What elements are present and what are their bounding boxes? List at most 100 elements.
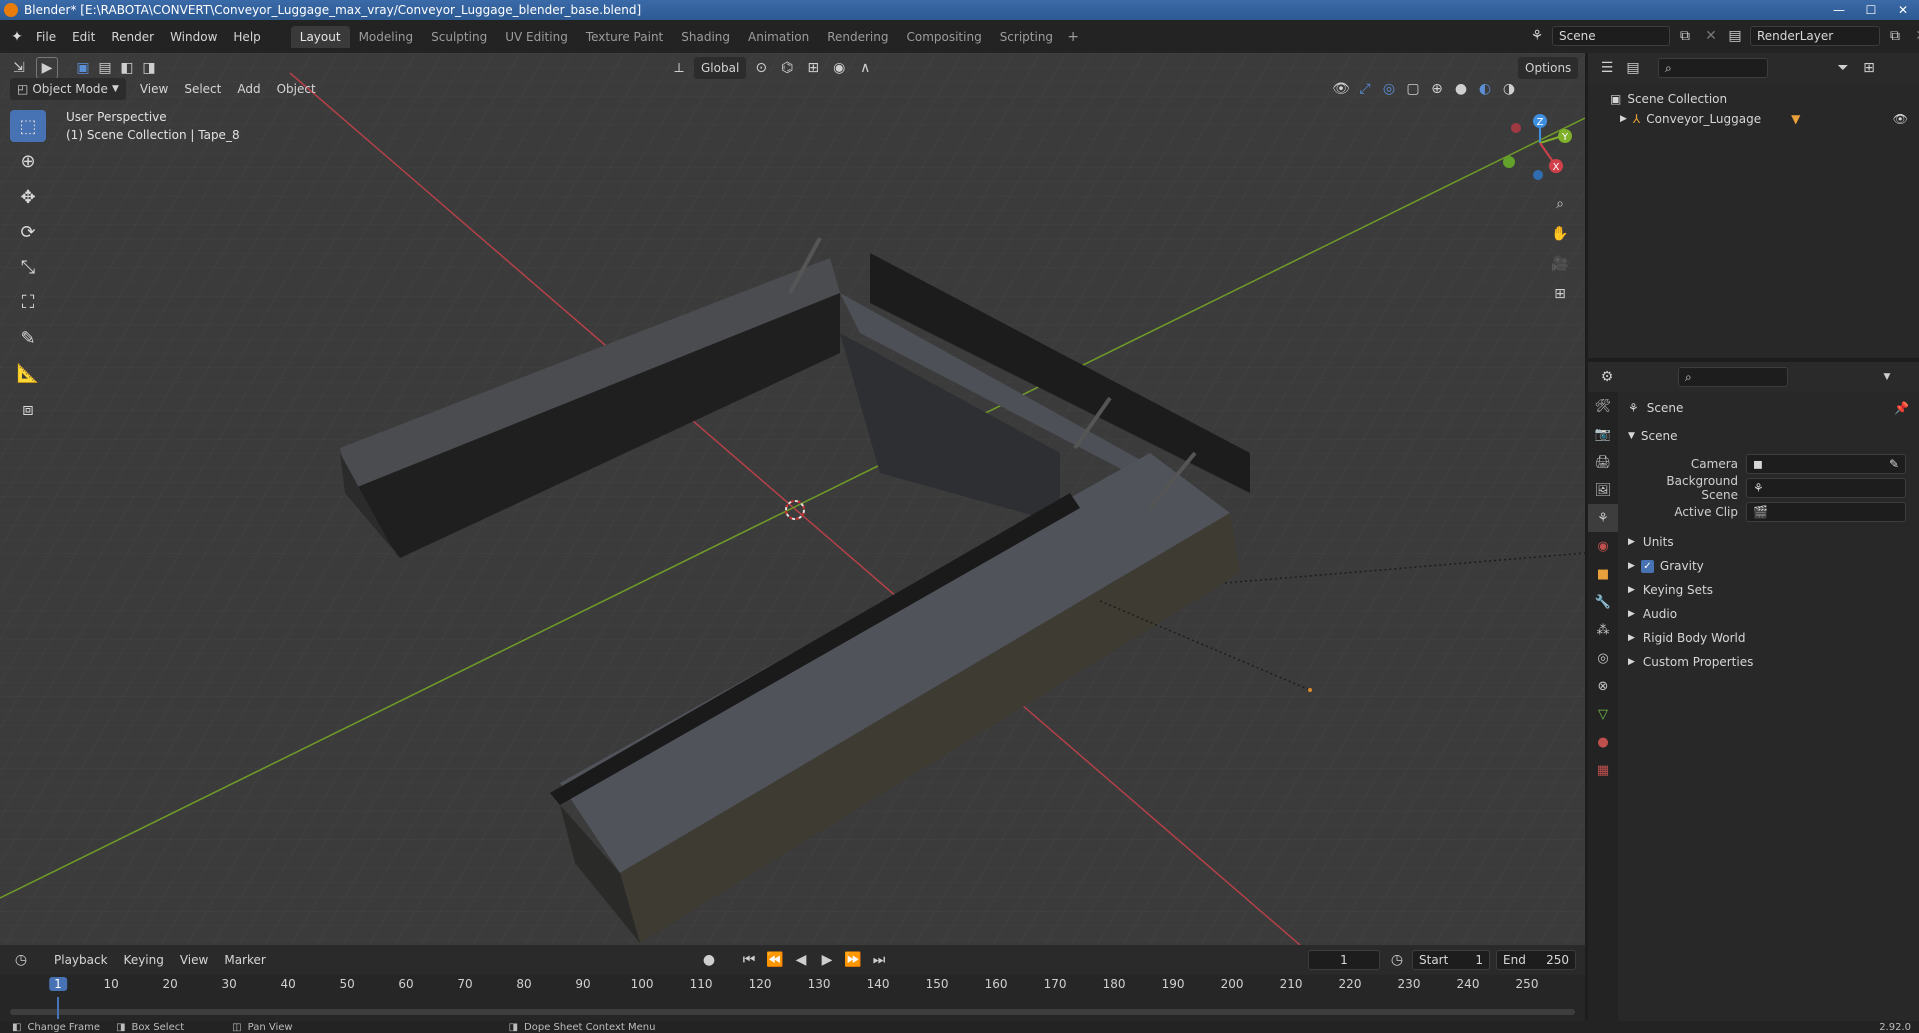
tool-move-icon[interactable]: ✥ xyxy=(10,181,46,213)
panel-custom-properties[interactable]: ▶ Custom Properties xyxy=(1628,650,1913,674)
timeline-menu-view[interactable]: View xyxy=(172,953,216,967)
3d-viewport[interactable]: Z Y X xyxy=(0,53,1585,945)
render-layer-copy-icon[interactable]: ⧉ xyxy=(1884,25,1906,47)
render-layer-close-icon[interactable]: ✕ xyxy=(1910,25,1919,47)
scene-section-header[interactable]: ▼ Scene xyxy=(1628,424,1913,448)
tool-transform-icon[interactable]: ⛶ xyxy=(10,286,46,318)
viewport-menu-view[interactable]: View xyxy=(132,82,176,96)
tab-rendering[interactable]: Rendering xyxy=(818,26,897,48)
scene-close-icon[interactable]: ✕ xyxy=(1700,25,1722,47)
playhead[interactable]: 1 xyxy=(49,977,67,991)
shading-wireframe-icon[interactable]: ⊕ xyxy=(1426,78,1448,100)
frame-clock-icon[interactable]: ◷ xyxy=(1386,949,1408,971)
outliner-search-input[interactable]: ⌕ xyxy=(1658,58,1768,78)
close-icon[interactable]: ✕ xyxy=(1887,0,1919,20)
properties-editor-type-icon[interactable]: ⚙ xyxy=(1596,366,1618,388)
play-reverse-icon[interactable]: ◀ xyxy=(790,949,812,971)
viewport-menu-add[interactable]: Add xyxy=(229,82,268,96)
timeline-editor-type-icon[interactable]: ◷ xyxy=(10,949,32,971)
scene-selector[interactable]: Scene xyxy=(1552,26,1670,46)
tool-rotate-icon[interactable]: ⟳ xyxy=(10,216,46,248)
record-icon[interactable]: ● xyxy=(698,949,720,971)
pin-icon[interactable]: 📌 xyxy=(1894,401,1909,415)
tool-annotate-icon[interactable]: ✎ xyxy=(10,322,46,354)
panel-rigid-body-world[interactable]: ▶ Rigid Body World xyxy=(1628,626,1913,650)
tab-particles-icon[interactable]: ⁂ xyxy=(1588,616,1618,644)
visibility-eye-icon[interactable]: 👁 xyxy=(1893,112,1908,126)
menu-file[interactable]: File xyxy=(28,30,64,44)
tool-cursor-icon[interactable]: ⊕ xyxy=(10,145,46,177)
viewport-menu-select[interactable]: Select xyxy=(176,82,229,96)
tab-compositing[interactable]: Compositing xyxy=(897,26,990,48)
jump-key-forward-icon[interactable]: ⏩ xyxy=(842,949,864,971)
render-layer-selector[interactable]: RenderLayer xyxy=(1750,26,1880,46)
tab-output-icon[interactable]: 🖨 xyxy=(1588,448,1618,476)
visibility-icon[interactable]: 👁 xyxy=(1330,78,1352,100)
panel-audio[interactable]: ▶ Audio xyxy=(1628,602,1913,626)
play-icon[interactable]: ▶ xyxy=(816,949,838,971)
tool-scale-icon[interactable]: ⤡ xyxy=(10,251,46,283)
end-frame-field[interactable]: End 250 xyxy=(1496,950,1576,970)
background-scene-field[interactable]: ⚘ xyxy=(1746,478,1906,498)
properties-search-input[interactable]: ⌕ xyxy=(1678,367,1788,387)
viewport-menu-object[interactable]: Object xyxy=(269,82,324,96)
tab-render-icon[interactable]: 📷 xyxy=(1588,420,1618,448)
outliner-editor-type-icon[interactable]: ☰ xyxy=(1596,57,1618,79)
minimize-icon[interactable]: — xyxy=(1823,0,1855,20)
shading-material-icon[interactable]: ◐ xyxy=(1474,78,1496,100)
tab-scene-icon[interactable]: ⚘ xyxy=(1588,504,1618,532)
gravity-checkbox[interactable]: ✓ xyxy=(1640,559,1654,573)
panel-gravity[interactable]: ▶ ✓ Gravity xyxy=(1628,554,1913,578)
light-icon[interactable] xyxy=(1308,688,1312,692)
jump-start-icon[interactable]: ⏮ xyxy=(738,949,760,971)
properties-options-icon[interactable]: ▼ xyxy=(1876,366,1898,388)
maximize-icon[interactable]: ☐ xyxy=(1855,0,1887,20)
tool-measure-icon[interactable]: 📐 xyxy=(10,357,46,389)
panel-units[interactable]: ▶ Units xyxy=(1628,530,1913,554)
tab-constraints-icon[interactable]: ⊗ xyxy=(1588,672,1618,700)
tab-physics-icon[interactable]: ◎ xyxy=(1588,644,1618,672)
new-collection-icon[interactable]: ⊞ xyxy=(1858,57,1880,79)
panel-keying-sets[interactable]: ▶ Keying Sets xyxy=(1628,578,1913,602)
scene-icon[interactable]: ⚘ xyxy=(1526,25,1548,47)
menu-help[interactable]: Help xyxy=(225,30,268,44)
tab-modeling[interactable]: Modeling xyxy=(350,26,423,48)
tab-modifiers-icon[interactable]: 🔧 xyxy=(1588,588,1618,616)
start-frame-field[interactable]: Start 1 xyxy=(1412,950,1490,970)
blender-menu-icon[interactable]: ✦ xyxy=(6,26,28,48)
tab-world-icon[interactable]: ◉ xyxy=(1588,532,1618,560)
scene-copy-icon[interactable]: ⧉ xyxy=(1674,25,1696,47)
render-layer-icon[interactable]: ▤ xyxy=(1724,25,1746,47)
timeline-ruler[interactable]: 1 10 20 30 40 50 60 70 80 90 100 110 120 130 140 150 160… xyxy=(0,975,1585,1021)
timeline-menu-marker[interactable]: Marker xyxy=(216,953,273,967)
tab-material-icon[interactable]: ● xyxy=(1588,728,1618,756)
zoom-icon[interactable]: ⌕ xyxy=(1549,193,1571,215)
tab-tool-icon[interactable]: 🛠 xyxy=(1588,392,1618,420)
tool-select-box-icon[interactable]: ⬚ xyxy=(10,110,46,142)
playhead-line[interactable] xyxy=(57,997,59,1019)
timeline-menu-playback[interactable]: Playback xyxy=(46,953,116,967)
outliner-item-conveyor-luggage[interactable]: ▶ ⅄ Conveyor_Luggage ▼ 👁 xyxy=(1610,109,1910,129)
expand-arrow-icon[interactable]: ▶ xyxy=(1620,114,1627,124)
current-frame-field[interactable]: 1 xyxy=(1308,950,1380,970)
ortho-toggle-icon[interactable]: ⊞ xyxy=(1549,283,1571,305)
menu-window[interactable]: Window xyxy=(162,30,225,44)
outliner-scene-collection[interactable]: ▣ Scene Collection xyxy=(1610,89,1919,109)
menu-render[interactable]: Render xyxy=(103,30,162,44)
outliner-display-mode-icon[interactable]: ▤ xyxy=(1622,57,1644,79)
tab-data-icon[interactable]: ▽ xyxy=(1588,700,1618,728)
camera-view-icon[interactable]: 🎥 xyxy=(1549,253,1571,275)
pan-hand-icon[interactable]: ✋ xyxy=(1549,223,1571,245)
tab-layout[interactable]: Layout xyxy=(290,25,350,48)
xray-icon[interactable]: ▢ xyxy=(1402,78,1424,100)
jump-end-icon[interactable]: ⏭ xyxy=(868,949,890,971)
shading-solid-icon[interactable]: ● xyxy=(1450,78,1472,100)
tool-add-cube-icon[interactable]: ⧈ xyxy=(10,393,46,425)
shading-rendered-icon[interactable]: ◑ xyxy=(1498,78,1520,100)
tab-animation[interactable]: Animation xyxy=(739,26,818,48)
overlay-toggle-icon[interactable]: ◎ xyxy=(1378,78,1400,100)
tab-view-layer-icon[interactable]: 🖼 xyxy=(1588,476,1618,504)
active-clip-field[interactable]: 🎬 xyxy=(1746,502,1906,522)
timeline-menu-keying[interactable]: Keying xyxy=(116,953,172,967)
timeline-scrollbar[interactable] xyxy=(10,1009,1575,1015)
